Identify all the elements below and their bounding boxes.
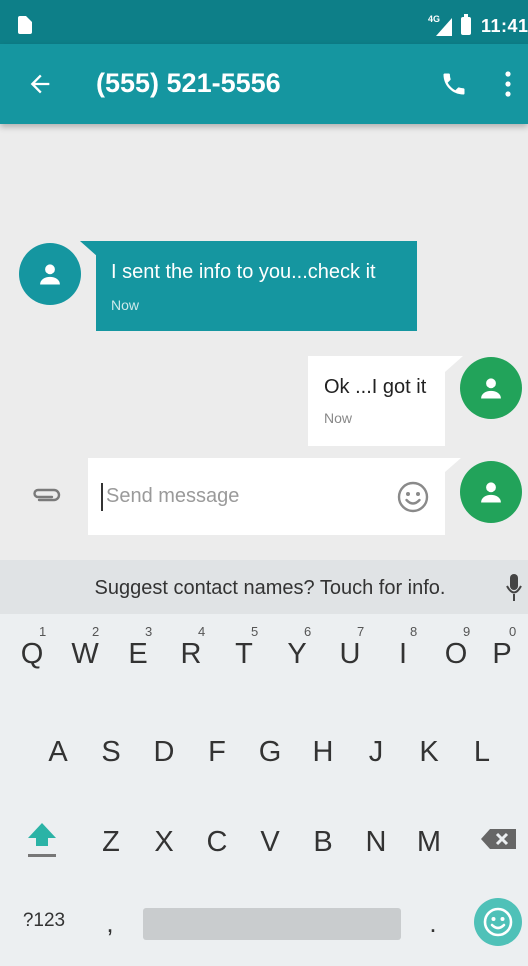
key-j[interactable]: J <box>350 720 402 780</box>
key-w[interactable]: 2W <box>59 622 111 682</box>
backspace-icon <box>481 829 516 849</box>
key-g[interactable]: G <box>244 720 296 780</box>
sender-avatar[interactable] <box>460 461 522 523</box>
outgoing-bubble-tail <box>445 356 463 372</box>
key-b[interactable]: B <box>297 810 349 870</box>
suggestion-strip[interactable]: Suggest contact names? Touch for info. <box>0 560 528 614</box>
period-key[interactable]: . <box>413 908 453 948</box>
key-z[interactable]: Z <box>85 810 137 870</box>
compose-box[interactable] <box>88 458 445 535</box>
shift-icon <box>28 823 56 857</box>
back-arrow-icon[interactable] <box>26 70 54 98</box>
key-t[interactable]: 5T <box>218 622 270 682</box>
battery-icon <box>461 14 471 35</box>
emoji-key[interactable] <box>474 898 522 946</box>
phone-icon[interactable] <box>440 70 468 98</box>
key-i[interactable]: 8I <box>377 622 429 682</box>
text-cursor <box>101 483 103 511</box>
contact-avatar[interactable] <box>19 243 81 305</box>
key-f[interactable]: F <box>191 720 243 780</box>
key-u[interactable]: 7U <box>324 622 376 682</box>
key-o[interactable]: 9O <box>430 622 482 682</box>
status-bar: 4G 11:41 <box>0 0 528 44</box>
key-e[interactable]: 3E <box>112 622 164 682</box>
key-y[interactable]: 6Y <box>271 622 323 682</box>
key-x[interactable]: X <box>138 810 190 870</box>
compose-box-tail <box>445 458 461 472</box>
suggestion-text: Suggest contact names? Touch for info. <box>94 577 446 599</box>
person-icon <box>40 264 60 285</box>
key-q[interactable]: 1Q <box>6 622 58 682</box>
key-m[interactable]: M <box>403 810 455 870</box>
emoji-key-icon <box>483 907 513 937</box>
mic-icon[interactable] <box>506 573 522 603</box>
message-time: Now <box>111 297 140 313</box>
person-icon <box>481 482 501 503</box>
message-text: Ok ...I got it <box>324 376 427 398</box>
app-bar: (555) 521-5556 <box>0 44 528 124</box>
key-s[interactable]: S <box>85 720 137 780</box>
key-h[interactable]: H <box>297 720 349 780</box>
more-vert-icon[interactable] <box>503 70 513 98</box>
clock: 11:41 <box>481 16 528 36</box>
conversation-title: (555) 521-5556 <box>96 68 281 98</box>
incoming-message[interactable]: I sent the info to you...check it Now <box>96 241 417 331</box>
keyboard: Suggest contact names? Touch for info. 1… <box>0 560 528 966</box>
symbols-key[interactable]: ?123 <box>0 910 88 940</box>
space-key[interactable] <box>143 908 401 940</box>
key-v[interactable]: V <box>244 810 296 870</box>
comma-key[interactable]: , <box>90 908 130 948</box>
person-icon <box>481 378 501 399</box>
key-a[interactable]: A <box>32 720 84 780</box>
backspace-key[interactable] <box>476 810 520 870</box>
key-n[interactable]: N <box>350 810 402 870</box>
key-p[interactable]: 0P <box>476 622 528 682</box>
signal-icon <box>436 18 452 36</box>
key-c[interactable]: C <box>191 810 243 870</box>
self-avatar[interactable] <box>460 357 522 419</box>
key-d[interactable]: D <box>138 720 190 780</box>
message-input[interactable] <box>106 480 386 512</box>
outgoing-message[interactable]: Ok ...I got it Now <box>308 356 445 446</box>
key-l[interactable]: L <box>456 720 508 780</box>
key-k[interactable]: K <box>403 720 455 780</box>
message-time: Now <box>324 410 353 426</box>
message-text: I sent the info to you...check it <box>111 261 376 283</box>
emoji-icon[interactable] <box>396 480 430 514</box>
message-list: I sent the info to you...check it Now Ok… <box>0 124 528 560</box>
sim-icon <box>18 16 32 34</box>
shift-key[interactable] <box>20 810 64 870</box>
key-r[interactable]: 4R <box>165 622 217 682</box>
attach-icon[interactable] <box>30 485 62 505</box>
